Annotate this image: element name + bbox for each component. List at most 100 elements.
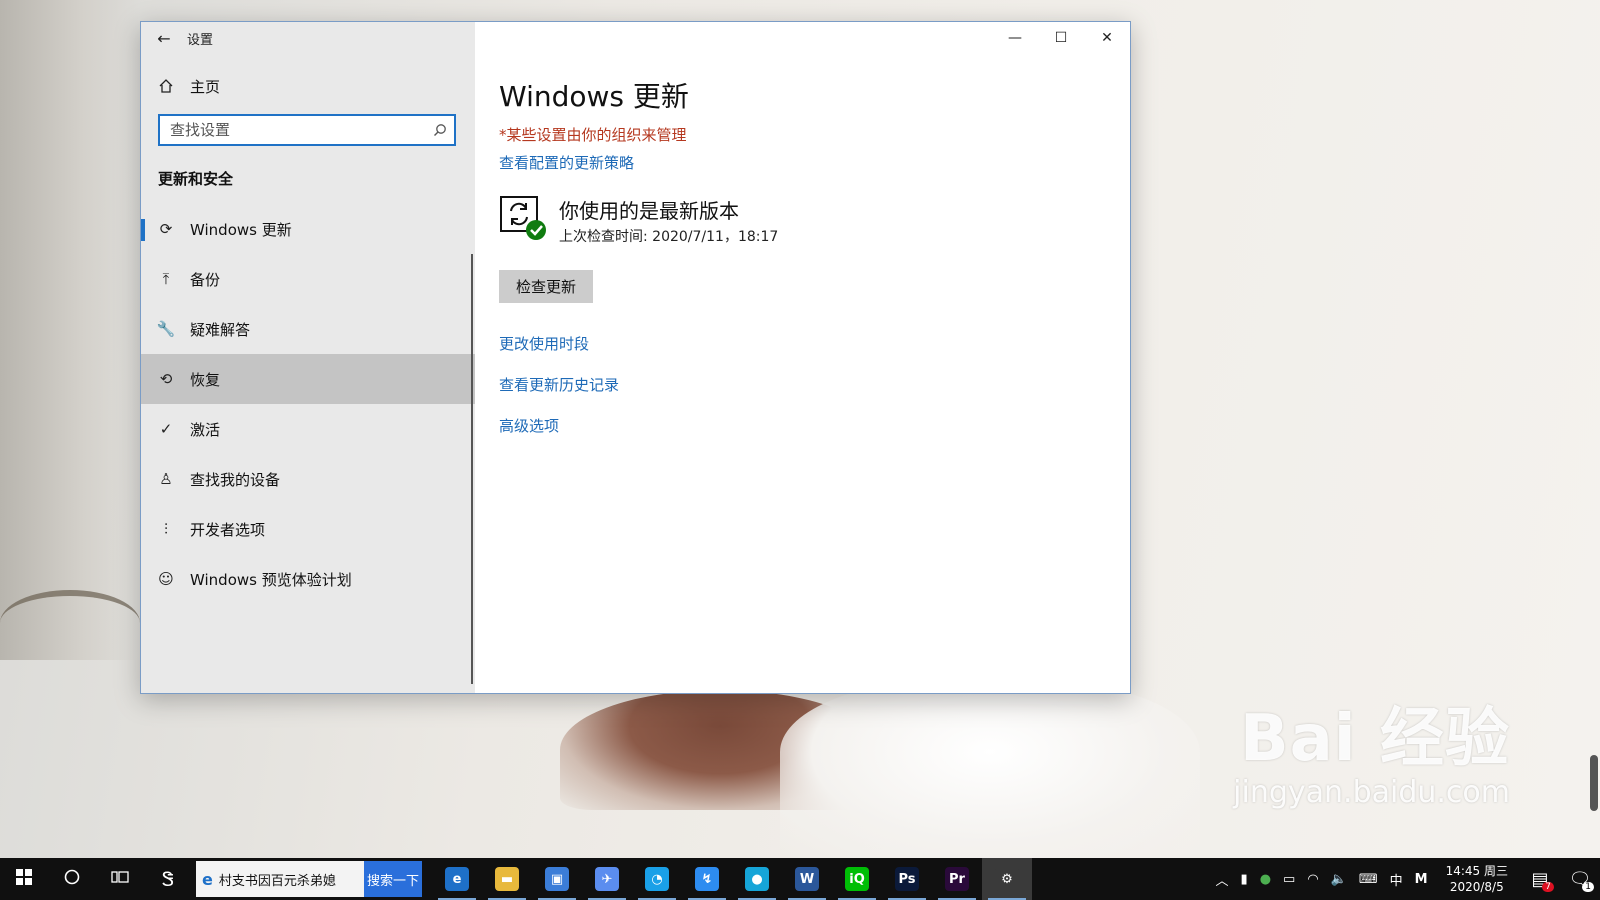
sidebar-item-7[interactable]: ☺ Windows 预览体验计划 <box>141 554 475 604</box>
watermark-logo: Bai 经验 <box>1239 702 1510 776</box>
edge-icon: e <box>445 867 469 891</box>
home-icon <box>157 77 175 95</box>
advanced-options-link[interactable]: 高级选项 <box>499 415 1106 436</box>
notification-badge: 7 <box>1542 882 1554 892</box>
tray-overflow-chevron-icon[interactable]: ︿ <box>1210 870 1235 889</box>
clock[interactable]: 14:45 周三 2020/8/5 <box>1434 863 1520 895</box>
insider-icon: ☺ <box>158 570 174 588</box>
volume-icon[interactable]: 🔈 <box>1325 872 1353 887</box>
qq-icon: ● <box>745 867 769 891</box>
wrench-icon: 🔧 <box>156 320 176 338</box>
cortana-button[interactable] <box>48 858 96 900</box>
back-arrow-icon: ← <box>157 28 171 48</box>
baidu-watermark: Bai 经验 jingyan.baidu.com <box>1233 687 1510 810</box>
check-circle-icon: ✓ <box>159 420 173 438</box>
sidebar-nav: ⟳ Windows 更新 ⤒ 备份 🔧 疑难解答 ⟲ 恢复 ✓ 激活 ♙ 查找我的设备 ⫶ 开发者选项 ☺ W… <box>141 204 475 604</box>
sidebar-item-label: 恢复 <box>190 370 221 389</box>
watermark-url: jingyan.baidu.com <box>1233 775 1510 810</box>
settings-sidebar: ← 设置 主页 更新和安全 ⟳ Windows 更新 ⤒ 备份 🔧 疑难解答 ⟲ 恢复 ✓ 激活 ♙… <box>141 22 475 693</box>
usb-icon[interactable]: ▮ <box>1235 872 1254 887</box>
wallpaper-figure-coat <box>780 680 1200 860</box>
maximize-icon: ☐ <box>1054 30 1068 46</box>
settings-search <box>158 114 456 146</box>
premiere-icon: Pr <box>945 867 969 891</box>
search-input[interactable] <box>160 120 426 140</box>
taskbar-search-field[interactable]: e 村支书因百元杀弟媳 <box>196 861 364 897</box>
update-status: 你使用的是最新版本 上次检查时间: 2020/7/11，18:17 <box>499 193 1106 246</box>
wifi-icon[interactable]: ◠ <box>1301 872 1324 887</box>
settings-window: ← 设置 主页 更新和安全 ⟳ Windows 更新 ⤒ 备份 🔧 疑难解答 ⟲ 恢复 ✓ 激活 ♙… <box>140 21 1131 694</box>
check-for-updates-button[interactable]: 检查更新 <box>499 270 593 303</box>
task-view-button[interactable] <box>96 858 144 900</box>
taskbar-app-store[interactable]: ▣ <box>532 858 582 900</box>
maximize-button[interactable]: ☐ <box>1038 22 1084 54</box>
sidebar-item-0[interactable]: ⟳ Windows 更新 <box>141 204 475 254</box>
settings-icon: ⚙ <box>995 867 1019 891</box>
wallpaper-curtain <box>0 0 140 660</box>
sync-icon: ⟳ <box>159 220 173 238</box>
taskbar-app-file-explorer[interactable]: ▬ <box>482 858 532 900</box>
sidebar-item-label: 备份 <box>190 270 221 289</box>
sidebar-item-1[interactable]: ⤒ 备份 <box>141 254 475 304</box>
sidebar-item-3[interactable]: ⟲ 恢复 <box>141 354 475 404</box>
view-policies-link[interactable]: 查看配置的更新策略 <box>499 152 1106 173</box>
sogou-app[interactable]: Ꮥ <box>144 858 192 900</box>
keyboard-icon[interactable]: ⌨ <box>1353 872 1384 887</box>
taskbar-search-button[interactable]: 搜索一下 <box>364 861 422 897</box>
taskbar-app-qq-browser[interactable]: ◔ <box>632 858 682 900</box>
sidebar-item-4[interactable]: ✓ 激活 <box>141 404 475 454</box>
backup-icon: ⤒ <box>162 270 170 288</box>
wallpaper-rope <box>0 590 140 656</box>
iqiyi-icon: iQ <box>845 867 869 891</box>
taskbar-app-word[interactable]: W <box>782 858 832 900</box>
sidebar-item-label: Windows 预览体验计划 <box>190 570 352 589</box>
photoshop-icon: Ps <box>895 867 919 891</box>
taskbar-app-feishu[interactable]: ✈ <box>582 858 632 900</box>
start-button[interactable] <box>0 858 48 900</box>
sidebar-item-6[interactable]: ⫶ 开发者选项 <box>141 504 475 554</box>
sidebar-item-5[interactable]: ♙ 查找我的设备 <box>141 454 475 504</box>
minimize-button[interactable]: — <box>992 22 1038 54</box>
taskbar-app-settings[interactable]: ⚙ <box>982 858 1032 900</box>
task-view-icon <box>111 869 129 890</box>
pinned-apps: e ▬ ▣ ✈ ◔ ↯ ● WiQ Ps Pr ⚙ <box>432 858 1032 900</box>
sidebar-item-home[interactable]: 主页 <box>141 66 475 106</box>
security-shield-icon[interactable]: ● <box>1254 872 1277 887</box>
taskbar: Ꮥ e 村支书因百元杀弟媳 搜索一下 e ▬ ▣ ✈ ◔ ↯ ● WiQ Ps Pr ⚙ ︿ ▮ ●… <box>0 858 1600 900</box>
person-locate-icon: ♙ <box>159 470 173 488</box>
managed-by-org-note: *某些设置由你的组织来管理 <box>499 126 687 144</box>
taskbar-app-premiere[interactable]: Pr <box>932 858 982 900</box>
action-center-button[interactable]: 🗨 1 <box>1560 858 1600 900</box>
sidebar-scrollbar[interactable] <box>471 254 473 684</box>
file-explorer-icon: ▬ <box>495 867 519 891</box>
taskbar-app-qq[interactable]: ● <box>732 858 782 900</box>
main-content: — ☐ ✕ Windows 更新 *某些设置由你的组织来管理 查看配置的更新策略 <box>475 22 1130 693</box>
notification-app[interactable]: ▤ 7 <box>1520 858 1560 900</box>
taskbar-app-iqiyi[interactable]: iQ <box>832 858 882 900</box>
change-active-hours-link[interactable]: 更改使用时段 <box>499 333 1106 354</box>
cortana-circle-icon <box>64 869 80 890</box>
dingtalk-icon: ↯ <box>695 867 719 891</box>
view-update-history-link[interactable]: 查看更新历史记录 <box>499 374 1106 395</box>
feishu-icon: ✈ <box>595 867 619 891</box>
sidebar-item-label: 开发者选项 <box>190 520 266 539</box>
back-button[interactable]: ← <box>141 22 187 54</box>
taskbar-app-dingtalk[interactable]: ↯ <box>682 858 732 900</box>
battery-icon[interactable]: ▭ <box>1277 872 1301 887</box>
ime-mode[interactable]: M <box>1409 872 1434 887</box>
history-icon: ⟲ <box>159 370 173 388</box>
close-icon: ✕ <box>1101 30 1113 46</box>
sidebar-item-label: 查找我的设备 <box>190 470 281 489</box>
search-icon[interactable] <box>426 123 454 137</box>
desktop-scroll-indicator[interactable] <box>1590 755 1598 811</box>
page-title: Windows 更新 <box>499 80 689 113</box>
taskbar-search: e 村支书因百元杀弟媳 搜索一下 <box>196 861 422 897</box>
ime-language[interactable]: 中 <box>1384 870 1409 889</box>
close-button[interactable]: ✕ <box>1084 22 1130 54</box>
windows-logo-icon <box>16 868 32 890</box>
taskbar-app-edge[interactable]: e <box>432 858 482 900</box>
taskbar-app-photoshop[interactable]: Ps <box>882 858 932 900</box>
sidebar-item-2[interactable]: 🔧 疑难解答 <box>141 304 475 354</box>
ie-icon: e <box>202 869 213 889</box>
window-controls: — ☐ ✕ <box>992 22 1130 54</box>
